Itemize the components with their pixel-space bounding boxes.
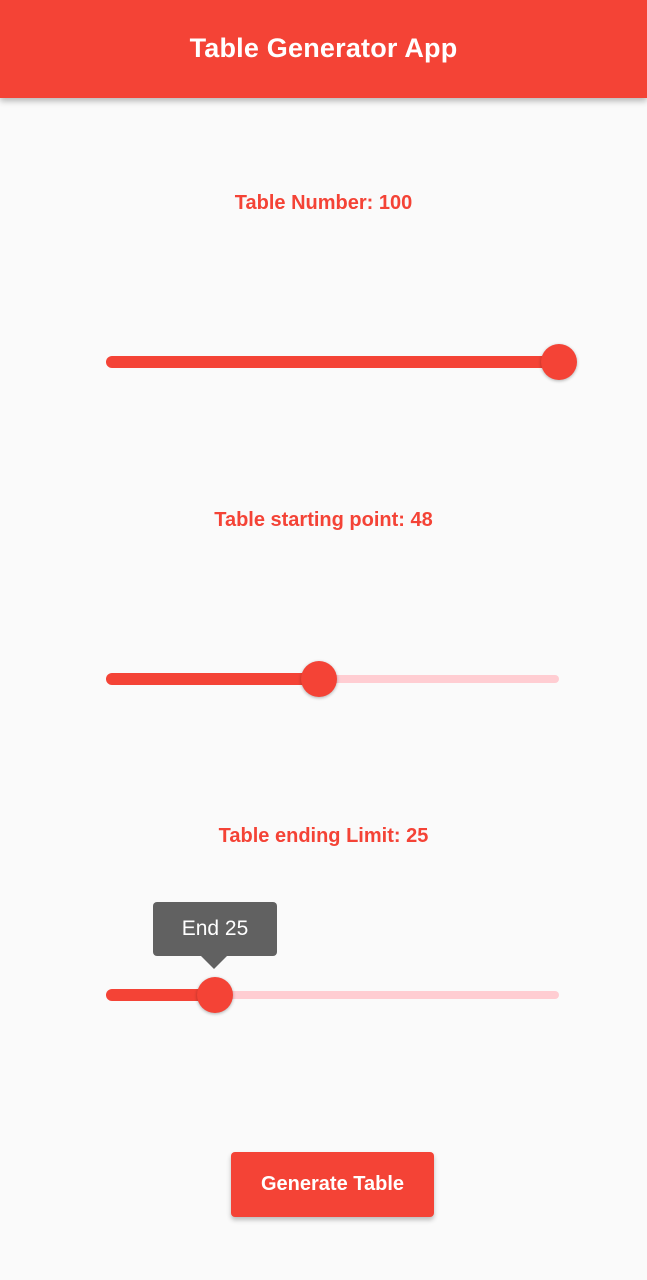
table-number-slider[interactable] — [106, 343, 577, 383]
slider-active-track — [106, 673, 319, 685]
app-bar: Table Generator App — [0, 0, 647, 98]
ending-limit-label: Table ending Limit: 25 — [218, 825, 429, 847]
app-title: Table Generator App — [189, 32, 458, 63]
table-number-label: Table Number: 100 — [234, 192, 413, 214]
slider-value-tooltip: End 25 — [153, 902, 277, 956]
starting-point-slider[interactable] — [106, 660, 559, 700]
tooltip-arrow — [200, 955, 228, 969]
starting-point-label: Table starting point: 48 — [214, 509, 433, 531]
generate-table-button[interactable]: Generate Table — [231, 1152, 434, 1217]
slider-active-track — [106, 356, 559, 368]
slider-thumb[interactable] — [197, 977, 233, 1013]
slider-thumb[interactable] — [541, 344, 577, 380]
slider-thumb[interactable] — [301, 661, 337, 697]
ending-limit-slider[interactable] — [106, 976, 559, 1016]
